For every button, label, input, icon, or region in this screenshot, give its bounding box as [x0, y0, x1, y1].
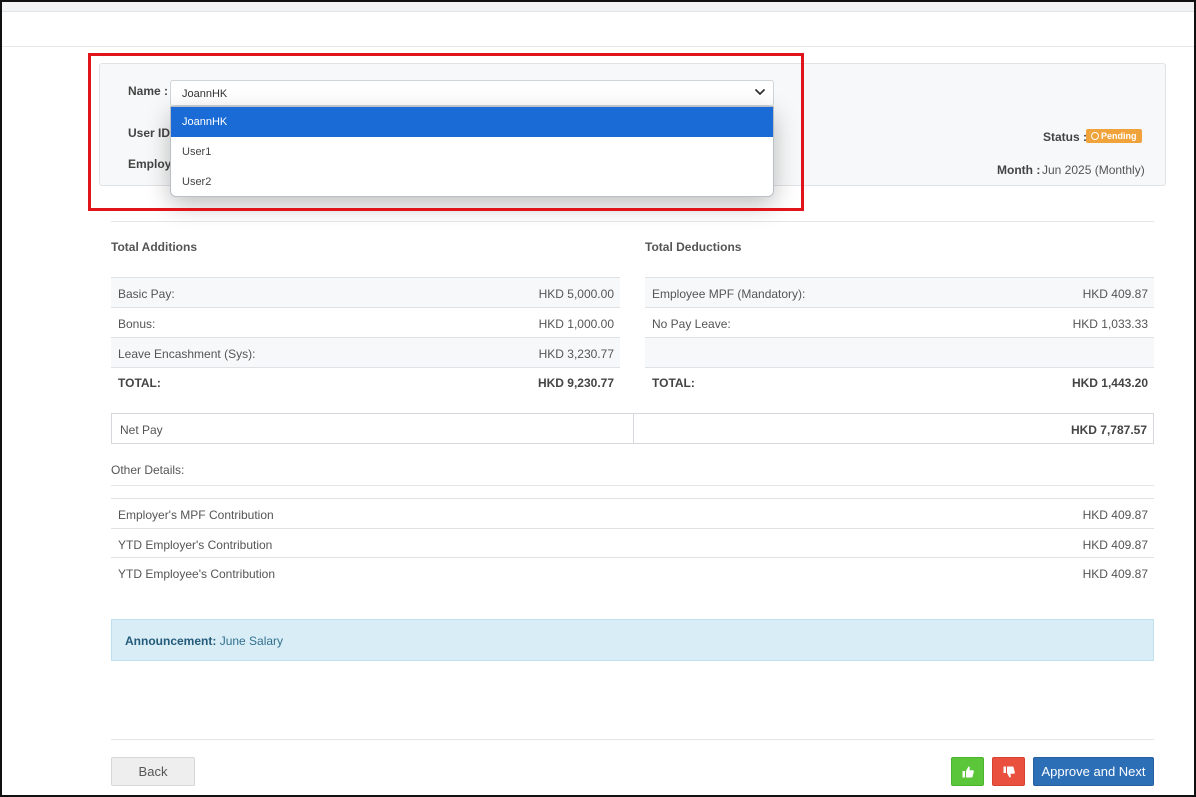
net-pay-label: Net Pay [120, 423, 163, 437]
net-pay-row: Net Pay HKD 7,787.57 [111, 413, 1154, 444]
row-label: Bonus: [118, 317, 156, 331]
total-row: TOTAL: HKD 9,230.77 [111, 367, 620, 397]
announcement-banner: Announcement: June Salary [111, 619, 1154, 661]
month-value: Jun 2025 (Monthly) [1042, 163, 1145, 177]
additions-table: Basic Pay: HKD 5,000.00 Bonus: HKD 1,000… [111, 277, 620, 397]
announcement-label: Announcement: [125, 634, 217, 648]
status-value: Pending [1101, 131, 1137, 141]
total-value: HKD 1,443.20 [1071, 376, 1148, 390]
table-row: Leave Encashment (Sys): HKD 3,230.77 [111, 337, 620, 367]
other-details-table: Employer's MPF Contribution HKD 409.87 Y… [111, 498, 1154, 586]
row-value: HKD 3,230.77 [538, 347, 614, 361]
name-option[interactable]: User1 [171, 137, 773, 167]
table-row: YTD Employer's Contribution HKD 409.87 [111, 528, 1154, 557]
deductions-table: Employee MPF (Mandatory): HKD 409.87 No … [645, 277, 1154, 397]
row-value: HKD 1,000.00 [538, 317, 614, 331]
name-select[interactable]: JoannHK [170, 80, 774, 106]
clock-icon [1091, 132, 1099, 140]
month-label: Month : [997, 163, 1041, 177]
back-button-label: Back [138, 764, 168, 779]
name-option[interactable]: User2 [171, 167, 773, 196]
other-details-title: Other Details: [111, 463, 185, 477]
approve-button-label: Approve and Next [1041, 764, 1146, 779]
table-row: Bonus: HKD 1,000.00 [111, 307, 620, 337]
row-label: Employer's MPF Contribution [118, 508, 274, 522]
total-label: TOTAL: [652, 376, 695, 390]
name-select-value: JoannHK [182, 88, 228, 100]
other-details-divider [111, 485, 1154, 486]
name-label: Name : [128, 84, 169, 98]
name-option[interactable]: JoannHK [171, 107, 773, 137]
thumbs-down-button[interactable] [992, 757, 1025, 786]
row-label: Leave Encashment (Sys): [118, 347, 256, 361]
row-label: Basic Pay: [118, 287, 175, 301]
footer-divider [111, 739, 1154, 740]
status-label: Status : [1043, 130, 1088, 144]
user-id-label: User ID [128, 126, 171, 140]
table-row: Employer's MPF Contribution HKD 409.87 [111, 498, 1154, 528]
table-row [645, 337, 1154, 367]
thumbs-up-button[interactable] [951, 757, 984, 786]
section-divider [111, 221, 1154, 222]
row-value: HKD 409.87 [1082, 508, 1148, 522]
total-row: TOTAL: HKD 1,443.20 [645, 367, 1154, 397]
additions-title: Total Additions [111, 240, 197, 254]
row-value: HKD 1,033.33 [1072, 317, 1148, 331]
table-row: YTD Employee's Contribution HKD 409.87 [111, 557, 1154, 586]
thumbs-up-icon [962, 766, 974, 777]
status-badge: Pending [1086, 129, 1142, 143]
announcement-text: June Salary [219, 634, 284, 648]
net-pay-value: HKD 7,787.57 [1070, 423, 1147, 437]
deductions-title: Total Deductions [645, 240, 742, 254]
row-value: HKD 409.87 [1082, 567, 1148, 581]
thumbs-down-icon [1003, 766, 1015, 777]
table-row: Employee MPF (Mandatory): HKD 409.87 [645, 277, 1154, 307]
back-button[interactable]: Back [111, 757, 195, 786]
row-label: No Pay Leave: [652, 317, 731, 331]
table-row: Basic Pay: HKD 5,000.00 [111, 277, 620, 307]
row-label: Employee MPF (Mandatory): [652, 287, 806, 301]
table-row: No Pay Leave: HKD 1,033.33 [645, 307, 1154, 337]
row-label: YTD Employer's Contribution [118, 538, 273, 552]
total-value: HKD 9,230.77 [537, 376, 614, 390]
total-label: TOTAL: [118, 376, 161, 390]
header-divider [2, 46, 1194, 47]
row-label: YTD Employee's Contribution [118, 567, 276, 581]
row-value: HKD 409.87 [1082, 287, 1148, 301]
row-value: HKD 409.87 [1082, 538, 1148, 552]
top-bar [2, 2, 1194, 12]
chevron-down-icon [755, 89, 765, 95]
approve-and-next-button[interactable]: Approve and Next [1033, 757, 1154, 786]
name-dropdown-list: JoannHK User1 User2 [170, 106, 774, 197]
row-value: HKD 5,000.00 [538, 287, 614, 301]
net-pay-divider [633, 414, 634, 443]
